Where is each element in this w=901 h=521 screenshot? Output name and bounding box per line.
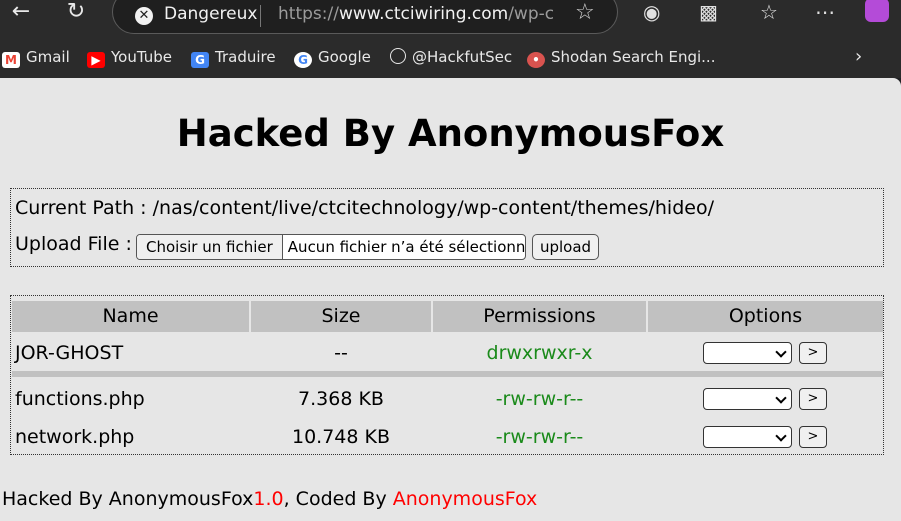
author-label: AnonymousFox — [392, 488, 538, 510]
column-header-size: Size — [251, 301, 431, 332]
bookmark-shodan[interactable]: • Shodan Search Engi... — [527, 46, 715, 68]
go-button[interactable]: > — [799, 388, 827, 410]
back-arrow-icon[interactable]: ← — [5, 0, 37, 28]
star-icon[interactable]: ☆ — [575, 0, 595, 25]
file-name[interactable]: network.php — [15, 425, 134, 449]
version-label: 1.0 — [253, 488, 284, 510]
column-header-options: Options — [648, 301, 883, 332]
browser-toolbar: ← ↻ ✕ Dangereux https://www.ctciwiring.c… — [0, 0, 901, 38]
divider — [260, 5, 261, 27]
upload-label: Upload File : — [15, 233, 132, 255]
file-permissions[interactable]: drwxrwxr-x — [433, 341, 646, 365]
column-header-name: Name — [12, 301, 249, 332]
copilot-icon[interactable] — [865, 0, 889, 22]
path-value: /nas/content/live/ctcitechnology/wp-cont… — [152, 197, 714, 219]
bookmark-google[interactable]: G Google — [294, 46, 371, 68]
options-select[interactable] — [703, 426, 792, 448]
file-permissions[interactable]: -rw-rw-r-- — [433, 425, 646, 449]
url-text[interactable]: https://www.ctciwiring.com/wp-c... — [278, 4, 553, 24]
extensions-puzzle-icon[interactable]: ▩ — [699, 1, 718, 23]
bookmarks-bar: M Gmail ▶ YouTube G Traduire G Google @Hackf… — [0, 38, 901, 78]
more-menu-icon[interactable]: ⋯ — [815, 1, 835, 23]
extension-app-icon[interactable]: ◉ — [643, 1, 660, 23]
file-size: 10.748 KB — [291, 426, 390, 448]
gmail-icon: M — [2, 52, 20, 68]
row-divider — [12, 371, 883, 377]
path-panel: Current Path : /nas/content/live/ctcitec… — [10, 188, 884, 267]
warning-icon[interactable]: ✕ — [135, 7, 153, 25]
current-path: Current Path : /nas/content/live/ctcitec… — [15, 197, 714, 219]
chevron-right-icon[interactable]: › — [855, 46, 862, 68]
options-select[interactable] — [703, 342, 792, 364]
go-button[interactable]: > — [799, 342, 827, 364]
file-name[interactable]: functions.php — [15, 387, 145, 411]
file-status: Aucun fichier n’a été sélectionné — [287, 238, 526, 256]
bookmark-traduire[interactable]: G Traduire — [191, 46, 276, 68]
translate-icon: G — [191, 52, 209, 68]
choose-file-button[interactable]: Choisir un fichier — [137, 235, 283, 259]
file-size: 7.368 KB — [298, 388, 384, 410]
favorites-icon[interactable]: ☆ — [760, 1, 778, 23]
address-bar[interactable]: ✕ Dangereux https://www.ctciwiring.com/w… — [112, 0, 618, 34]
file-table: Name Size Permissions Options JOR-GHOST … — [10, 295, 884, 455]
go-button[interactable]: > — [799, 426, 827, 448]
options-select[interactable] — [703, 388, 792, 410]
bookmark-gmail[interactable]: M Gmail — [2, 46, 70, 68]
file-name[interactable]: JOR-GHOST — [15, 341, 123, 365]
file-chooser[interactable]: Choisir un fichier Aucun fichier n’a été … — [136, 234, 526, 260]
page-content: Hacked By AnonymousFox Current Path : /n… — [0, 78, 901, 521]
google-icon: G — [294, 52, 312, 68]
globe-icon — [390, 48, 406, 64]
shodan-icon: • — [527, 52, 545, 68]
file-size: -- — [334, 342, 348, 364]
reload-icon[interactable]: ↻ — [60, 0, 92, 28]
security-label[interactable]: Dangereux — [164, 4, 257, 24]
column-header-permissions: Permissions — [433, 301, 646, 332]
file-permissions[interactable]: -rw-rw-r-- — [433, 387, 646, 411]
bookmark-youtube[interactable]: ▶ YouTube — [87, 46, 172, 68]
footer-credit: Hacked By AnonymousFox1.0, Coded By Anon… — [2, 488, 538, 510]
upload-button[interactable]: upload — [532, 234, 599, 260]
bookmark-hackfutsec[interactable]: @HackfutSec — [390, 46, 512, 68]
youtube-icon: ▶ — [87, 52, 105, 68]
page-title: Hacked By AnonymousFox — [176, 112, 725, 155]
